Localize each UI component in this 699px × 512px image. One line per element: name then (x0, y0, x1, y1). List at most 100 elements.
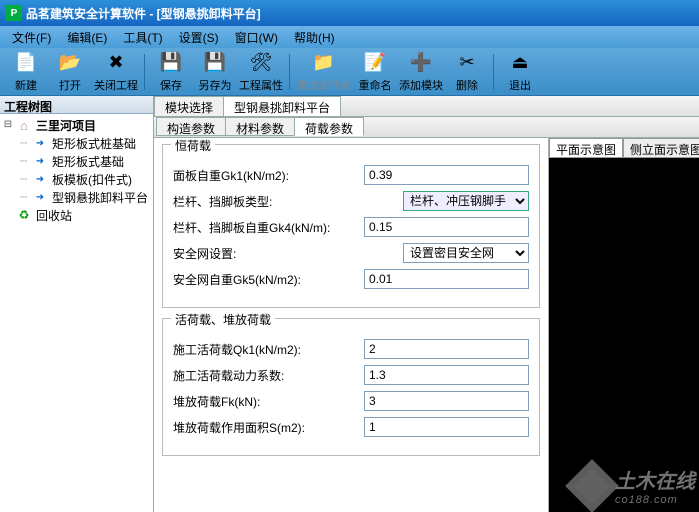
live-load-row: 堆放荷载Fk(kN): (173, 391, 529, 411)
form-input[interactable] (364, 339, 529, 359)
dead-load-row: 安全网自重Gk5(kN/m2): (173, 269, 529, 289)
form-select[interactable]: 栏杆、冲压钢脚手 (403, 191, 529, 211)
form-label: 堆放荷载Fk(kN): (173, 393, 364, 410)
toolbar-label: 添加模块 (399, 77, 443, 93)
toolbar-icon: ✂ (455, 51, 479, 75)
toolbar-btn-2[interactable]: ✖ 关闭工程 (94, 50, 138, 94)
toolbar-btn-10[interactable]: ⏏ 退出 (500, 50, 540, 94)
form-input[interactable] (364, 165, 529, 185)
form-input[interactable] (364, 269, 529, 289)
watermark-icon (565, 459, 619, 512)
project-tree-panel: 工程树图 ⊟ ⌂ 三里河项目 ┄➜矩形板式桩基础┄➜矩形板式基础┄➜板模板(扣件… (0, 96, 154, 512)
toolbar-btn-6: 📁 添加文件夹 (296, 50, 351, 94)
group-dead-load-title: 恒荷载 (171, 138, 215, 154)
watermark: 土木在线 co188.com (573, 465, 695, 506)
module-tabs: 模块选择 型钢悬挑卸料平台 (154, 96, 699, 117)
form-input[interactable] (364, 417, 529, 437)
watermark-text: 土木在线 (615, 471, 695, 493)
menu-settings[interactable]: 设置(S) (171, 27, 227, 48)
preview-panel: 平面示意图 侧立面示意图 (549, 138, 699, 512)
toolbar-btn-1[interactable]: 📂 打开 (50, 50, 90, 94)
form-label: 栏杆、挡脚板自重Gk4(kN/m): (173, 219, 364, 236)
tree-item[interactable]: ┄➜矩形板式桩基础 (2, 134, 151, 152)
module-tab-current[interactable]: 型钢悬挑卸料平台 (223, 96, 341, 116)
tree-root-label[interactable]: 三里河项目 (34, 117, 98, 134)
form-label: 安全网自重Gk5(kN/m2): (173, 271, 364, 288)
arrow-icon: ➜ (32, 190, 48, 204)
param-tab-material[interactable]: 材料参数 (225, 117, 295, 136)
param-tab-structure[interactable]: 构造参数 (156, 117, 226, 136)
menu-window[interactable]: 窗口(W) (227, 27, 286, 48)
menu-edit[interactable]: 编辑(E) (59, 27, 115, 48)
toolbar-icon: ✖ (104, 51, 128, 75)
dead-load-row: 栏杆、挡脚板类型:栏杆、冲压钢脚手 (173, 191, 529, 211)
tree-header: 工程树图 (0, 96, 153, 114)
toolbar-icon: 📝 (363, 51, 387, 75)
preview-tabs: 平面示意图 侧立面示意图 (549, 138, 699, 158)
tree-item-label: 矩形板式桩基础 (50, 135, 138, 152)
toolbar-icon: 📁 (312, 51, 336, 75)
form-label: 栏杆、挡脚板类型: (173, 193, 403, 210)
toolbar-label: 添加文件夹 (296, 77, 351, 93)
form-label: 施工活荷载动力系数: (173, 367, 364, 384)
dead-load-row: 安全网设置:设置密目安全网 (173, 243, 529, 263)
form-panel: 恒荷载 面板自重Gk1(kN/m2):栏杆、挡脚板类型:栏杆、冲压钢脚手栏杆、挡… (154, 138, 549, 512)
arrow-icon: ➜ (32, 172, 48, 186)
toolbar-label: 保存 (160, 77, 182, 93)
toolbar-btn-7[interactable]: 📝 重命名 (355, 50, 395, 94)
form-label: 安全网设置: (173, 245, 403, 262)
menu-file[interactable]: 文件(F) (4, 27, 59, 48)
recycle-icon: ♻ (16, 208, 32, 222)
group-dead-load: 恒荷载 面板自重Gk1(kN/m2):栏杆、挡脚板类型:栏杆、冲压钢脚手栏杆、挡… (162, 144, 540, 308)
project-tree[interactable]: ⊟ ⌂ 三里河项目 ┄➜矩形板式桩基础┄➜矩形板式基础┄➜板模板(扣件式)┄➜型… (0, 114, 153, 512)
dead-load-row: 栏杆、挡脚板自重Gk4(kN/m): (173, 217, 529, 237)
toolbar-icon: 📄 (14, 51, 38, 75)
toolbar-btn-0[interactable]: 📄 新建 (6, 50, 46, 94)
dead-load-row: 面板自重Gk1(kN/m2): (173, 165, 529, 185)
tree-collapse-icon[interactable]: ⊟ (2, 119, 14, 131)
toolbar-btn-5[interactable]: 🛠工程属性 (239, 50, 283, 94)
toolbar-label: 关闭工程 (94, 77, 138, 93)
tree-item[interactable]: ┄➜板模板(扣件式) (2, 170, 151, 188)
group-live-load: 活荷载、堆放荷载 施工活荷载Qk1(kN/m2):施工活荷载动力系数:堆放荷载F… (162, 318, 540, 456)
tree-item-label: 板模板(扣件式) (50, 171, 134, 188)
menu-tools[interactable]: 工具(T) (115, 27, 170, 48)
preview-tab-side[interactable]: 侧立面示意图 (623, 138, 699, 158)
toolbar: 📄 新建 📂 打开 ✖ 关闭工程 💾保存 💾 另存为 🛠工程属性 📁 添加文件夹 📝 重命名 ➕ 添加模块 ✂ 删… (0, 48, 699, 96)
title-text: 品茗建筑安全计算软件 - [型钢悬挑卸料平台] (26, 5, 261, 22)
toolbar-label: 重命名 (359, 77, 392, 93)
toolbar-label: 新建 (15, 77, 37, 93)
toolbar-icon: 💾 (203, 51, 227, 75)
live-load-row: 施工活荷载动力系数: (173, 365, 529, 385)
live-load-row: 堆放荷载作用面积S(m2): (173, 417, 529, 437)
toolbar-label: 另存为 (199, 77, 232, 93)
toolbar-btn-3[interactable]: 💾保存 (151, 50, 191, 94)
form-label: 施工活荷载Qk1(kN/m2): (173, 341, 364, 358)
toolbar-icon: 📂 (58, 51, 82, 75)
tree-recycle-label[interactable]: 回收站 (34, 207, 74, 224)
tree-item[interactable]: ┄➜矩形板式基础 (2, 152, 151, 170)
form-label: 面板自重Gk1(kN/m2): (173, 167, 364, 184)
watermark-url: co188.com (615, 494, 695, 506)
tree-item[interactable]: ┄➜型钢悬挑卸料平台 (2, 188, 151, 206)
app-icon: P (6, 5, 22, 21)
toolbar-label: 删除 (456, 77, 478, 93)
toolbar-label: 退出 (509, 77, 531, 93)
home-icon: ⌂ (16, 118, 32, 132)
toolbar-icon: ➕ (409, 51, 433, 75)
toolbar-icon: ⏏ (508, 51, 532, 75)
toolbar-btn-9[interactable]: ✂ 删除 (447, 50, 487, 94)
title-bar: P 品茗建筑安全计算软件 - [型钢悬挑卸料平台] (0, 0, 699, 26)
preview-tab-plan[interactable]: 平面示意图 (549, 138, 623, 158)
toolbar-label: 打开 (59, 77, 81, 93)
toolbar-btn-4[interactable]: 💾 另存为 (195, 50, 235, 94)
form-input[interactable] (364, 391, 529, 411)
form-select[interactable]: 设置密目安全网 (403, 243, 529, 263)
param-tab-load[interactable]: 荷载参数 (294, 117, 364, 136)
form-input[interactable] (364, 217, 529, 237)
toolbar-btn-8[interactable]: ➕ 添加模块 (399, 50, 443, 94)
module-tab-select[interactable]: 模块选择 (154, 96, 224, 116)
form-input[interactable] (364, 365, 529, 385)
group-live-load-title: 活荷载、堆放荷载 (171, 311, 275, 328)
menu-help[interactable]: 帮助(H) (286, 27, 343, 48)
